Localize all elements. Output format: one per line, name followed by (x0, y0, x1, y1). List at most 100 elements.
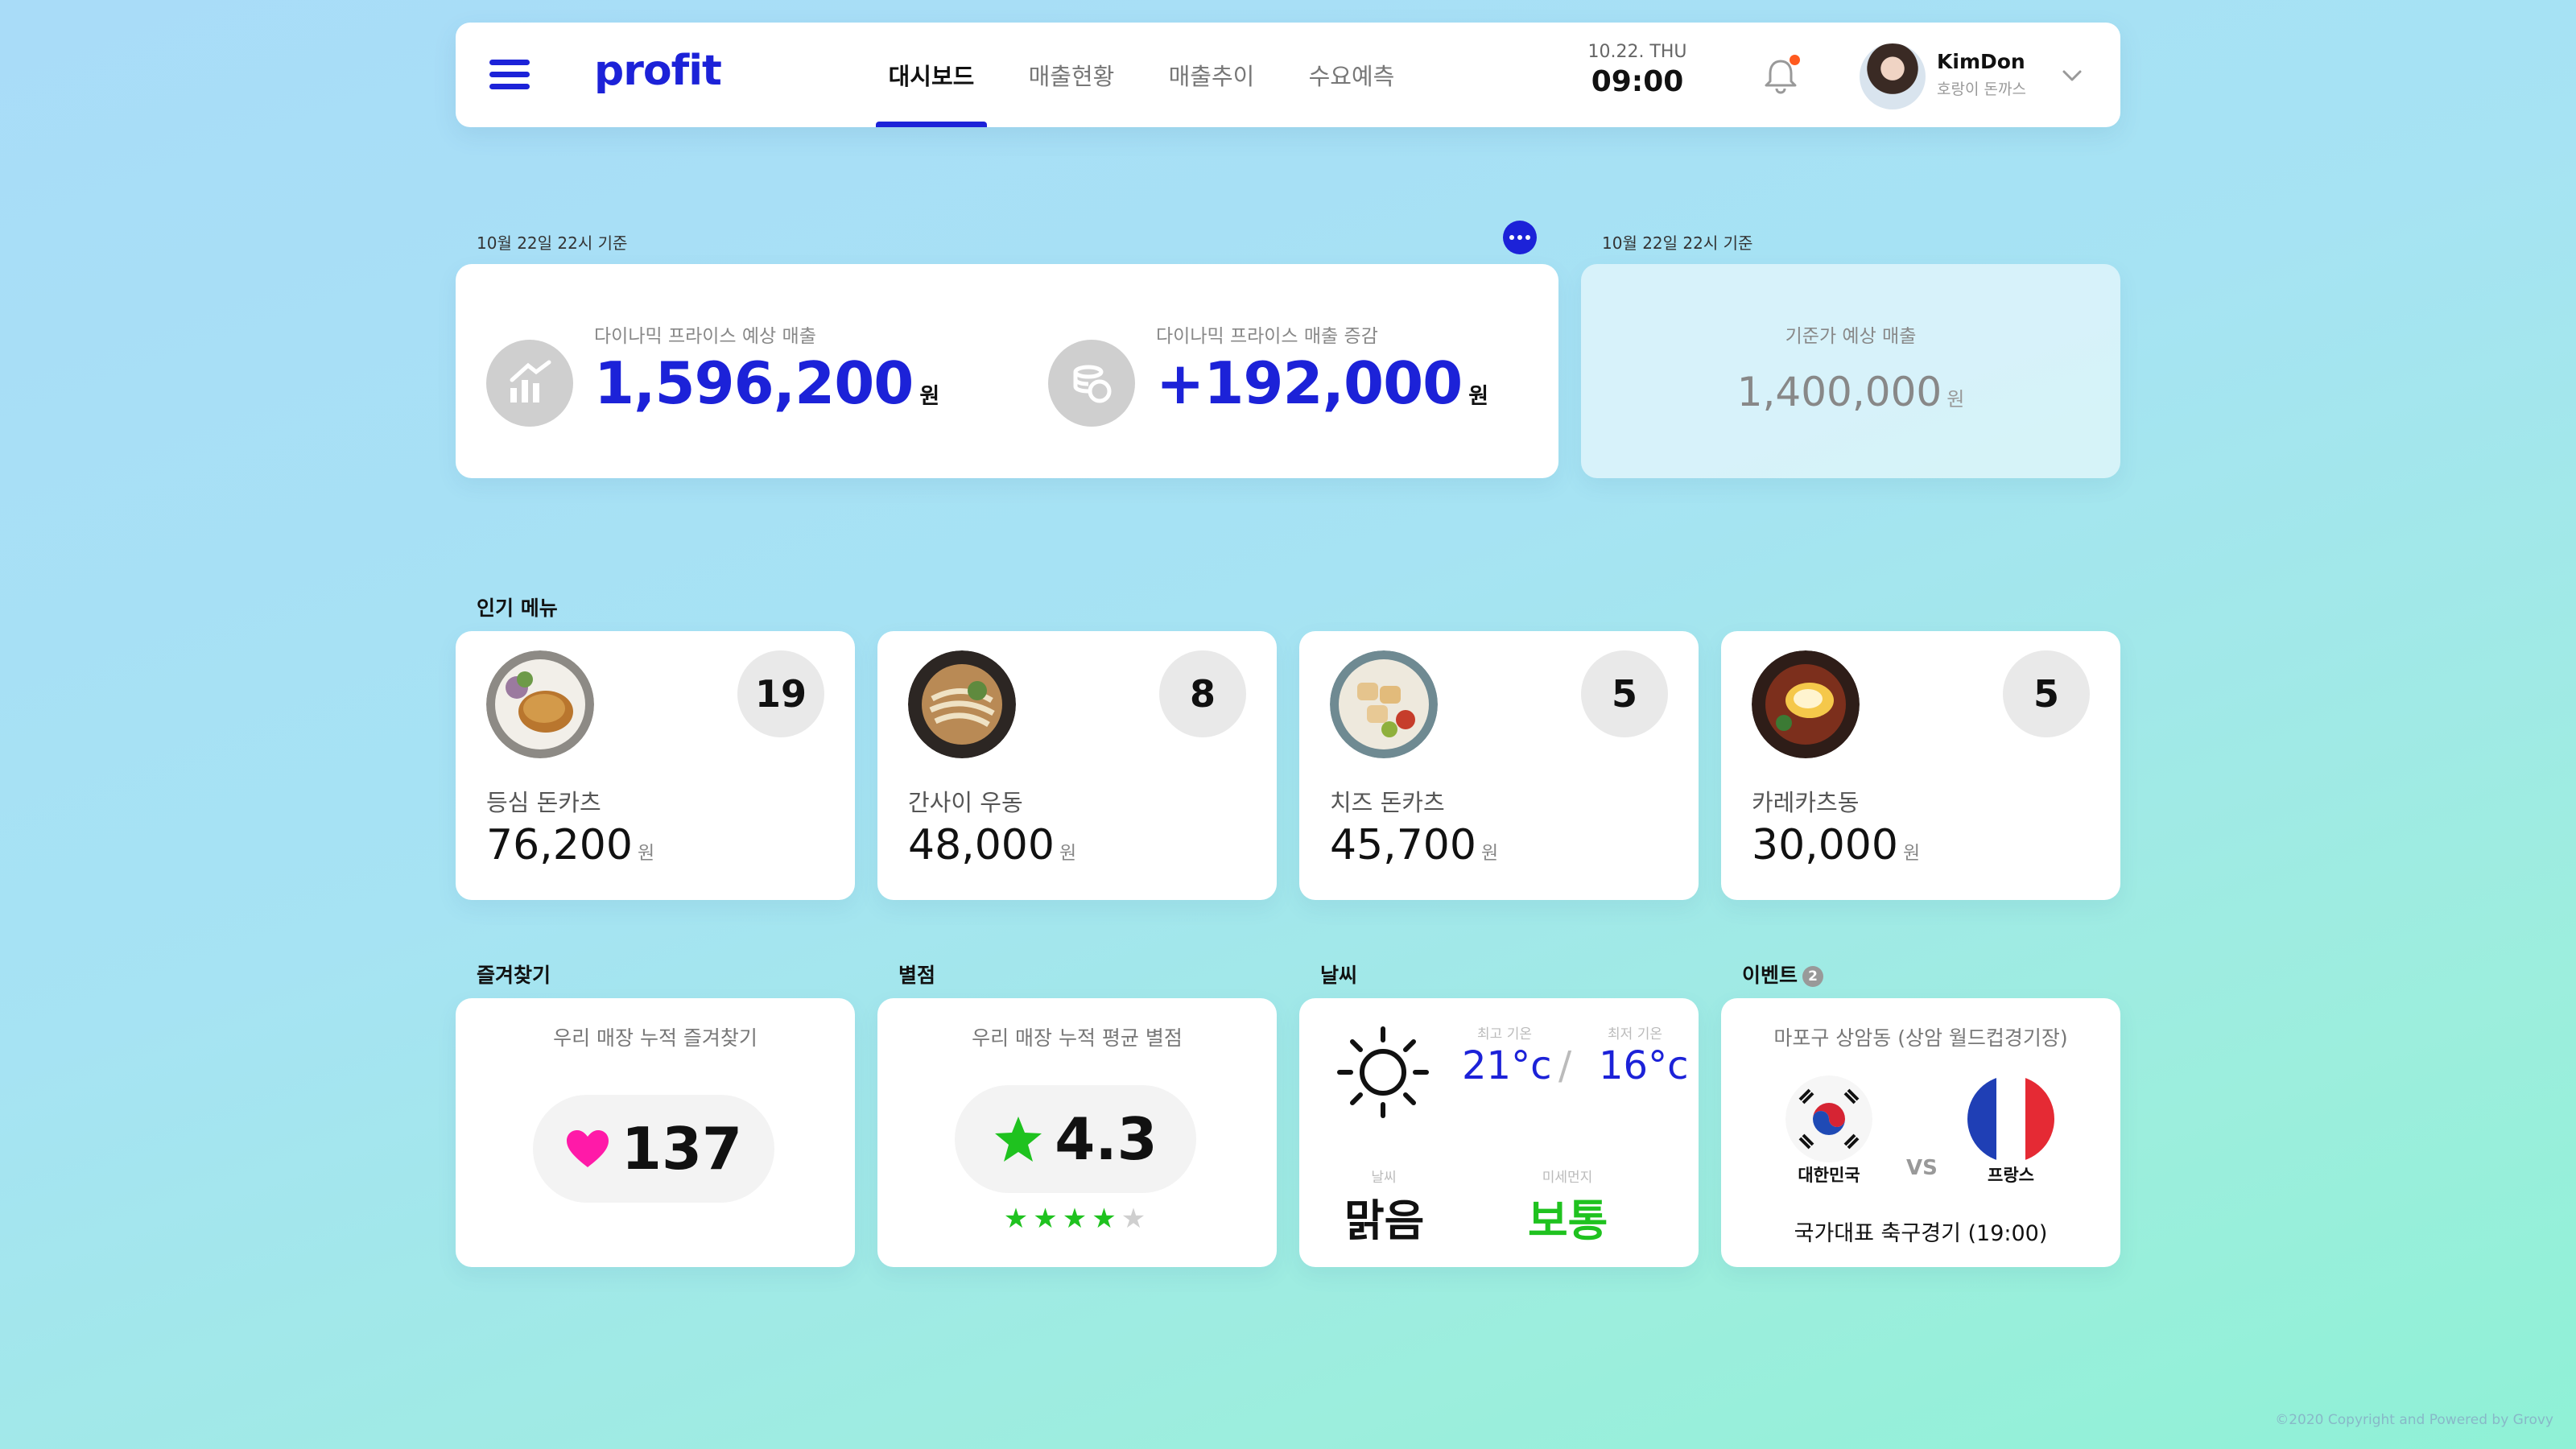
menu-name: 카레카츠동 (1752, 789, 1860, 816)
menu-card[interactable]: 19 등심 돈카츠 76,200 원 (456, 631, 855, 900)
fine-dust-level: 보통 (1528, 1195, 1608, 1246)
tab-sales-trend[interactable]: 매출추이 (1141, 23, 1282, 127)
menu-price-amount: 48,000 (908, 821, 1055, 869)
coins-icon (1048, 340, 1135, 427)
rank-badge: 19 (737, 650, 824, 737)
dynamic-sales-metric: 다이나믹 프라이스 예상 매출 1,596,200 원 (486, 264, 1001, 478)
datetime: 10.22. THU 09:00 (1581, 42, 1694, 98)
bell-icon[interactable] (1760, 55, 1802, 97)
star-filled-icon: ★ (1092, 1203, 1121, 1235)
user-name: KimDon (1937, 50, 2025, 73)
favorites-count: 137 (621, 1115, 743, 1183)
rating-score: 4.3 (1055, 1105, 1158, 1173)
tab-demand-forecast[interactable]: 수요예측 (1282, 23, 1422, 127)
low-temp: 16°c (1599, 1043, 1689, 1088)
top-header: profit 대시보드 매출현황 매출추이 수요예측 10.22. THU 09… (456, 23, 2120, 127)
dynamic-sales-amount: 1,596,200 (594, 349, 914, 417)
menu-price: 48,000 원 (908, 821, 1076, 869)
event-title: 이벤트 (1742, 964, 1798, 987)
rank-badge: 5 (1581, 650, 1668, 737)
menu-price: 45,700 원 (1330, 821, 1498, 869)
team-1: 대한민국 (1798, 1166, 1860, 1185)
store-name: 호랑이 돈까스 (1937, 80, 2026, 98)
currency-unit: 원 (637, 843, 655, 864)
favorites-pill: 137 (533, 1095, 774, 1203)
current-date: 10.22. THU (1587, 42, 1687, 62)
menu-name: 간사이 우동 (908, 789, 1023, 816)
base-sales-value: 1,400,000 원 (1581, 369, 2120, 415)
high-temp-label: 최고 기온 (1477, 1026, 1532, 1042)
star-empty-icon: ★ (1121, 1203, 1151, 1235)
menu-price: 30,000 원 (1752, 821, 1920, 869)
dynamic-sales-value: 1,596,200 원 (594, 349, 939, 417)
menu-price-amount: 76,200 (486, 821, 633, 869)
heart-icon (566, 1130, 609, 1167)
tab-sales-status[interactable]: 매출현황 (1001, 23, 1141, 127)
currency-unit: 원 (1902, 843, 1921, 864)
base-price-card: 기준가 예상 매출 1,400,000 원 (1581, 264, 2120, 478)
weather-title: 날씨 (1320, 964, 1358, 987)
favorites-label: 우리 매장 누적 즐겨찾기 (553, 1026, 758, 1050)
event-count-badge: 2 (1802, 966, 1824, 987)
sales-increase-amount: +192,000 (1156, 349, 1463, 417)
menu-price-amount: 30,000 (1752, 821, 1898, 869)
star-filled-icon: ★ (1062, 1203, 1092, 1235)
sales-caption: 10월 22일 22시 기준 (477, 233, 628, 253)
menu-card[interactable]: 8 간사이 우동 48,000 원 (877, 631, 1277, 900)
currency-unit: 원 (1059, 843, 1077, 864)
chart-growth-icon (486, 340, 573, 427)
popular-menu-title: 인기 메뉴 (477, 597, 558, 620)
dynamic-price-card: 다이나믹 프라이스 예상 매출 1,596,200 원 다이나믹 프라이스 매출 … (456, 264, 1558, 478)
base-sales-amount: 1,400,000 (1736, 369, 1942, 415)
footer-copyright: ©2020 Copyright and Powered by Grovy (2275, 1412, 2553, 1428)
temp-divider: / (1558, 1043, 1572, 1088)
star-filled-icon: ★ (1033, 1203, 1063, 1235)
menu-name: 등심 돈카츠 (486, 789, 601, 816)
rating-pill: 4.3 (955, 1085, 1196, 1193)
favorites-card: 우리 매장 누적 즐겨찾기 137 (456, 998, 855, 1267)
dynamic-sales-label: 다이나믹 프라이스 예상 매출 (594, 326, 816, 347)
favorites-title: 즐겨찾기 (477, 964, 551, 987)
fine-dust-label: 미세먼지 (1542, 1170, 1593, 1186)
condition-label: 날씨 (1371, 1170, 1397, 1186)
event-location: 마포구 상암동 (상암 월드컵경기장) (1773, 1026, 2068, 1050)
avatar[interactable] (1860, 43, 1926, 109)
rank-badge: 8 (1159, 650, 1246, 737)
base-caption: 10월 22일 22시 기준 (1602, 233, 1753, 253)
vs-label: VS (1906, 1156, 1938, 1180)
rating-label: 우리 매장 누적 평균 별점 (972, 1026, 1183, 1050)
star-rating-row: ★★★★★ (877, 1203, 1277, 1235)
weather-condition: 맑음 (1344, 1195, 1425, 1246)
menu-card[interactable]: 5 카레카츠동 30,000 원 (1721, 631, 2120, 900)
chevron-down-icon[interactable] (2058, 61, 2087, 90)
sun-icon (1335, 1024, 1431, 1124)
korea-flag-icon (1785, 1075, 1872, 1162)
menu-photo-curry-katsudon (1752, 650, 1860, 758)
rank-badge: 5 (2003, 650, 2090, 737)
hamburger-icon[interactable] (489, 60, 530, 90)
rating-title: 별점 (898, 964, 936, 987)
sales-increase-value: +192,000 원 (1156, 349, 1488, 417)
event-card[interactable]: 마포구 상암동 (상암 월드컵경기장) 대한민국 VS 프랑스 국가대표 축구경… (1721, 998, 2120, 1267)
sales-increase-label: 다이나믹 프라이스 매출 증감 (1156, 326, 1378, 347)
menu-photo-udon (908, 650, 1016, 758)
menu-photo-tonkatsu (486, 650, 594, 758)
low-temp-label: 최저 기온 (1608, 1026, 1662, 1042)
star-filled-icon: ★ (1003, 1203, 1034, 1235)
team-2: 프랑스 (1988, 1166, 2034, 1185)
base-sales-label: 기준가 예상 매출 (1785, 326, 1917, 347)
currency-unit: 원 (919, 384, 940, 409)
user-info[interactable]: KimDon 호랑이 돈까스 (1937, 50, 2026, 99)
current-time: 09:00 (1591, 65, 1684, 98)
tab-dashboard[interactable]: 대시보드 (861, 23, 1001, 127)
currency-unit: 원 (1946, 388, 1965, 411)
currency-unit: 원 (1480, 843, 1499, 864)
main-nav: 대시보드 매출현황 매출추이 수요예측 (861, 23, 1422, 127)
menu-card[interactable]: 5 치즈 돈카츠 45,700 원 (1299, 631, 1699, 900)
more-options-icon[interactable] (1503, 221, 1537, 254)
menu-price-amount: 45,700 (1330, 821, 1476, 869)
currency-unit: 원 (1468, 384, 1489, 409)
app-logo[interactable]: profit (594, 47, 722, 95)
notification-dot (1790, 55, 1800, 65)
menu-photo-cheese-tonkatsu (1330, 650, 1438, 758)
